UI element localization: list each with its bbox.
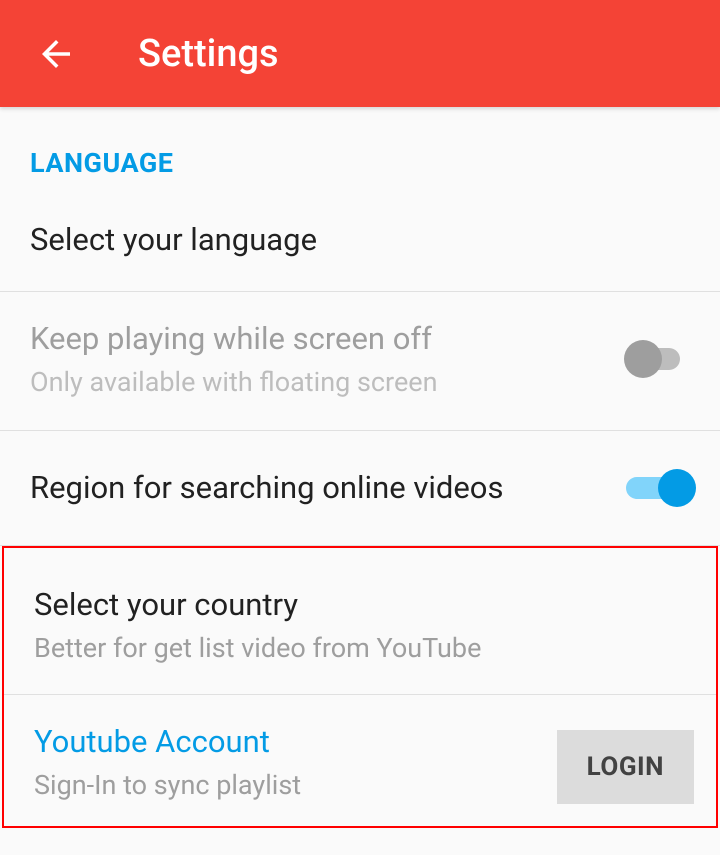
toggle-keep-playing xyxy=(624,340,690,378)
row-title: Keep playing while screen off xyxy=(30,318,608,360)
toggle-region-search[interactable] xyxy=(624,469,690,507)
arrow-back-icon xyxy=(35,33,77,75)
row-title: Region for searching online videos xyxy=(30,467,608,509)
row-title: Select your country xyxy=(34,584,686,626)
row-select-country[interactable]: Select your country Better for get list … xyxy=(4,548,716,695)
row-select-language[interactable]: Select your language xyxy=(0,193,720,292)
switch-thumb xyxy=(624,340,662,378)
highlight-box: Select your country Better for get list … xyxy=(2,546,718,828)
switch-thumb xyxy=(658,469,696,507)
row-title: Select your language xyxy=(30,219,690,261)
page-title: Settings xyxy=(138,32,279,76)
row-subtitle: Better for get list video from YouTube xyxy=(34,630,686,666)
row-subtitle: Sign-In to sync playlist xyxy=(34,767,541,803)
row-title: Youtube Account xyxy=(34,721,541,763)
row-subtitle: Only available with floating screen xyxy=(30,364,608,400)
settings-content: LANGUAGE Select your language Keep playi… xyxy=(0,107,720,828)
row-youtube-account: Youtube Account Sign-In to sync playlist… xyxy=(4,695,716,825)
back-button[interactable] xyxy=(32,30,80,78)
login-button[interactable]: LOGIN xyxy=(557,730,694,804)
row-region-search[interactable]: Region for searching online videos xyxy=(0,431,720,546)
section-header-language: LANGUAGE xyxy=(0,107,720,193)
row-keep-playing: Keep playing while screen off Only avail… xyxy=(0,292,720,431)
toolbar: Settings xyxy=(0,0,720,107)
